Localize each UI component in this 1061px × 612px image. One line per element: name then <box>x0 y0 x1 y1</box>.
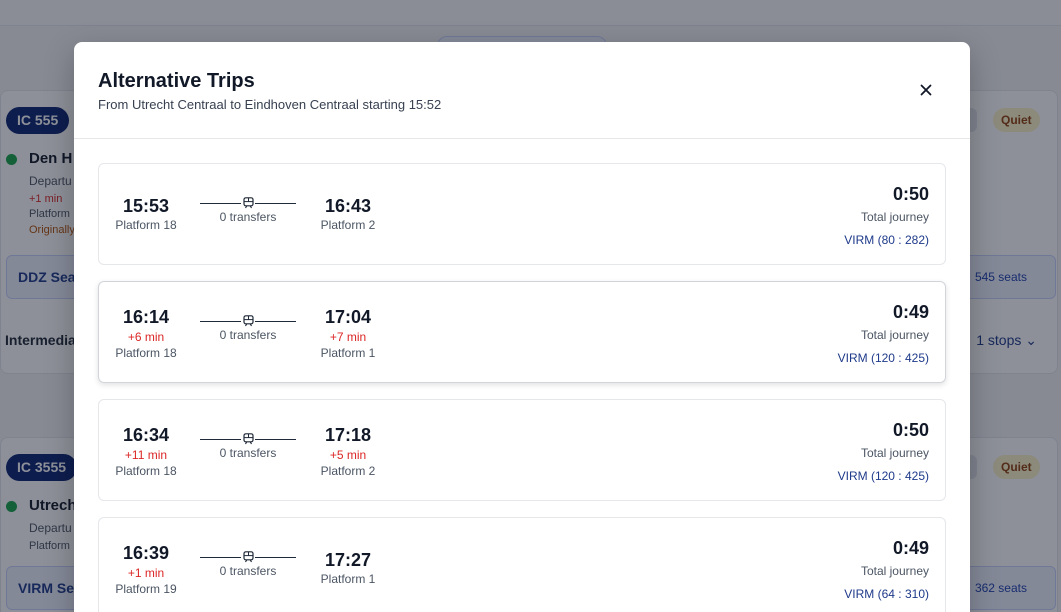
trip-card[interactable]: 16:14 +6 min Platform 18 0 transfers 17:… <box>98 281 946 383</box>
arrival-time: 16:43 <box>324 196 372 216</box>
departure-time: 16:14 <box>122 307 170 327</box>
train-composition: VIRM (80 : 282) <box>844 233 929 247</box>
arrival-platform: Platform 1 <box>320 346 376 360</box>
trip-card[interactable]: 15:53 Platform 18 0 transfers 16:43 Plat… <box>98 163 946 265</box>
arrival-platform: Platform 1 <box>320 572 376 586</box>
journey-summary: 0:49 Total journey VIRM (120 : 425) <box>838 302 929 365</box>
trip-card[interactable]: 16:34 +11 min Platform 18 0 transfers 17… <box>98 399 946 501</box>
departure-time: 15:53 <box>122 196 170 216</box>
departure-delay: +1 min <box>127 566 165 580</box>
train-composition: VIRM (64 : 310) <box>844 587 929 601</box>
journey-duration: 0:50 <box>892 184 929 204</box>
arrival-delay: +7 min <box>329 330 367 344</box>
transfer-indicator: 0 transfers <box>200 432 296 460</box>
departure-platform: Platform 19 <box>115 582 177 596</box>
departure-delay: +11 min <box>124 448 168 462</box>
journey-summary: 0:49 Total journey VIRM (64 : 310) <box>844 538 929 601</box>
journey-duration: 0:50 <box>892 420 929 440</box>
arrival-time: 17:18 <box>324 425 372 445</box>
arrival-column: 16:43 Platform 2 <box>308 164 388 232</box>
arrival-time: 17:04 <box>324 307 372 327</box>
departure-platform: Platform 18 <box>115 464 177 478</box>
departure-column: 16:39 +1 min Platform 19 <box>106 518 186 596</box>
departure-platform: Platform 18 <box>115 346 177 360</box>
trip-card[interactable]: 16:39 +1 min Platform 19 0 transfers 17:… <box>98 517 946 612</box>
arrival-time: 17:27 <box>324 550 372 570</box>
total-journey-label: Total journey <box>860 564 929 578</box>
departure-time: 16:34 <box>122 425 170 445</box>
journey-duration: 0:49 <box>892 538 929 558</box>
transfer-count: 0 transfers <box>219 446 277 460</box>
departure-delay: +6 min <box>127 330 165 344</box>
close-button[interactable] <box>912 77 940 103</box>
transfer-indicator: 0 transfers <box>200 550 296 578</box>
total-journey-label: Total journey <box>860 210 929 224</box>
transfer-count: 0 transfers <box>219 210 277 224</box>
alternative-trips-modal: Alternative Trips From Utrecht Centraal … <box>74 42 970 612</box>
transfer-indicator: 0 transfers <box>200 314 296 342</box>
transfer-indicator: 0 transfers <box>200 196 296 224</box>
train-icon <box>241 432 255 446</box>
journey-summary: 0:50 Total journey VIRM (120 : 425) <box>838 420 929 483</box>
departure-column: 16:34 +11 min Platform 18 <box>106 400 186 478</box>
modal-subtitle: From Utrecht Centraal to Eindhoven Centr… <box>98 97 442 112</box>
total-journey-label: Total journey <box>860 446 929 460</box>
departure-column: 16:14 +6 min Platform 18 <box>106 282 186 360</box>
train-icon <box>241 314 255 328</box>
arrival-column: 17:18 +5 min Platform 2 <box>308 400 388 478</box>
departure-platform: Platform 18 <box>115 218 177 232</box>
train-composition: VIRM (120 : 425) <box>837 351 929 365</box>
arrival-platform: Platform 2 <box>320 464 376 478</box>
route-line <box>200 432 296 446</box>
journey-summary: 0:50 Total journey VIRM (80 : 282) <box>844 184 929 247</box>
route-line <box>200 196 296 210</box>
total-journey-label: Total journey <box>860 328 929 342</box>
train-icon <box>241 550 255 564</box>
transfer-count: 0 transfers <box>219 564 277 578</box>
arrival-column: 17:04 +7 min Platform 1 <box>308 282 388 360</box>
transfer-count: 0 transfers <box>219 328 277 342</box>
departure-column: 15:53 Platform 18 <box>106 164 186 232</box>
trip-list: 15:53 Platform 18 0 transfers 16:43 Plat… <box>98 163 946 612</box>
modal-title: Alternative Trips <box>98 70 255 92</box>
modal-header: Alternative Trips From Utrecht Centraal … <box>74 42 970 139</box>
train-icon <box>241 196 255 210</box>
departure-time: 16:39 <box>122 543 170 563</box>
arrival-column: 17:27 Platform 1 <box>308 518 388 586</box>
route-line <box>200 550 296 564</box>
journey-duration: 0:49 <box>892 302 929 322</box>
train-composition: VIRM (120 : 425) <box>837 469 929 483</box>
arrival-platform: Platform 2 <box>320 218 376 232</box>
close-icon <box>920 84 932 96</box>
arrival-delay: +5 min <box>329 448 367 462</box>
route-line <box>200 314 296 328</box>
